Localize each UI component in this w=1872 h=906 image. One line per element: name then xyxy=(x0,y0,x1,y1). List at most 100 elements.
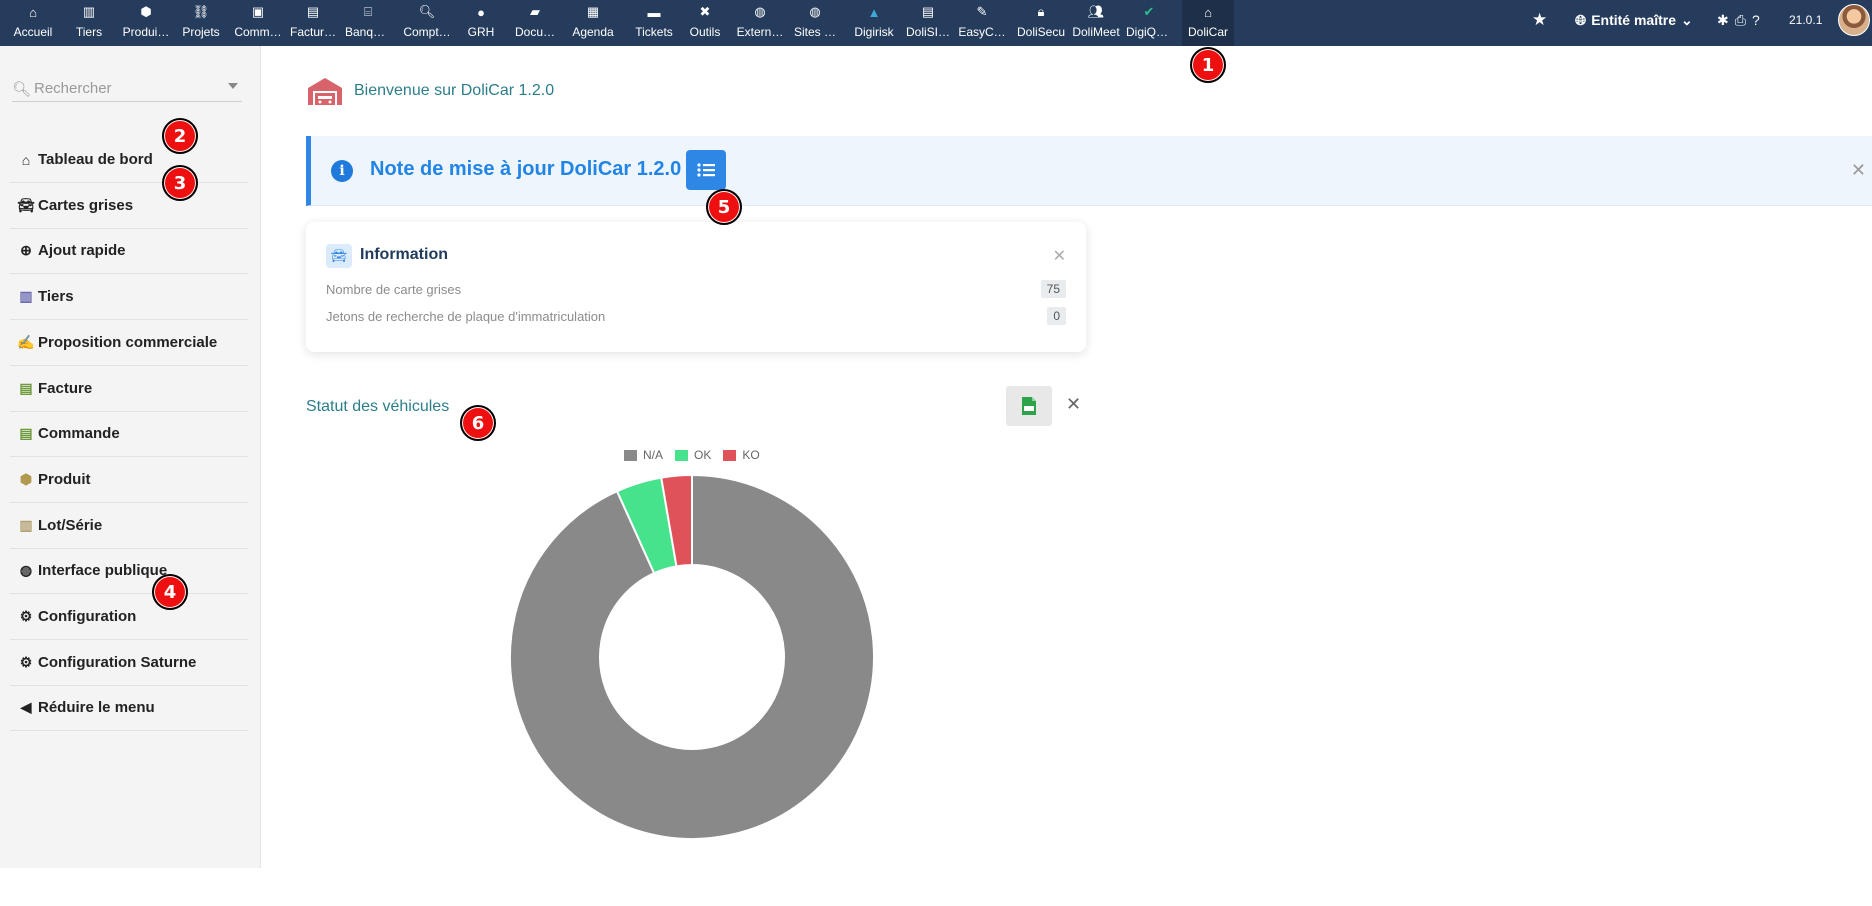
top-menu-agenda[interactable]: ▦ Agenda xyxy=(569,0,617,46)
top-menu-label: GRH xyxy=(467,25,495,39)
print-icon[interactable]: ⎙ xyxy=(1735,12,1746,29)
top-menu-label: DoliMeet xyxy=(1072,25,1120,39)
sidebar-item-proposition-commerciale[interactable]: ✍ Proposition commerciale xyxy=(10,320,248,366)
legend-item[interactable]: KO xyxy=(723,448,760,462)
top-menu-digiquali[interactable]: ✔ DigiQuali xyxy=(1126,0,1172,46)
information-card: 🚘︎ Information ✕ Nombre de carte grises … xyxy=(306,222,1086,352)
barcode-icon: ▥ xyxy=(19,516,33,533)
csv-export-button[interactable] xyxy=(1006,386,1052,426)
globe-icon: ◍ xyxy=(754,4,766,19)
top-menu-banqu[interactable]: ⌸ Banqu… xyxy=(345,0,391,46)
top-menu-label: Digirisk xyxy=(854,25,894,39)
top-menu-label: Tickets xyxy=(635,25,673,39)
top-menu-projets[interactable]: ⛓ Projets xyxy=(178,0,224,46)
top-menu-compt[interactable]: 🔍︎ Compt… xyxy=(400,0,454,46)
sidebar-item-commande[interactable]: ▤ Commande xyxy=(10,411,248,458)
sidebar-item-label: Configuration Saturne xyxy=(38,653,197,671)
top-menu-easyc[interactable]: ✎ EasyC… xyxy=(958,0,1006,46)
top-menu-dolimeet[interactable]: 👥︎ DoliMeet xyxy=(1071,0,1121,46)
top-menu-dolicar[interactable]: ⌂ DoliCar xyxy=(1182,0,1234,46)
top-menu-tiers[interactable]: ▥ Tiers xyxy=(67,0,111,46)
top-menu-tickets[interactable]: ▬ Tickets xyxy=(631,0,677,46)
search-box[interactable]: 🔍︎ Rechercher xyxy=(12,76,242,102)
entity-selector[interactable]: 🌐︎ Entité maître ⌄ xyxy=(1575,0,1693,40)
bookmark-star-icon[interactable]: ★ xyxy=(1532,0,1552,40)
close-icon[interactable]: ✕ xyxy=(1053,246,1066,266)
row-label: Jetons de recherche de plaque d'immatric… xyxy=(326,309,606,324)
sidebar-item-r-duire-le-menu[interactable]: ◀ Réduire le menu xyxy=(10,685,248,732)
sidebar-item-cartes-grises[interactable]: 🚘︎ Cartes grises xyxy=(10,183,248,229)
sidebar-item-lot-s-rie[interactable]: ▥ Lot/Série xyxy=(10,503,248,549)
users-icon: 👥︎ xyxy=(1087,4,1105,19)
easycrm-icon: ✎ xyxy=(976,4,988,19)
card-row: Nombre de carte grises 75 xyxy=(326,280,1066,298)
row-label: Nombre de carte grises xyxy=(326,282,462,297)
caret-down-icon[interactable] xyxy=(228,83,238,89)
csv-file-icon xyxy=(1022,397,1036,415)
sidebar-item-label: Tableau de bord xyxy=(38,151,153,168)
globe-icon: ◍ xyxy=(809,4,821,19)
top-menu-label: Outils xyxy=(689,25,721,39)
sidebar-item-label: Commande xyxy=(38,425,120,443)
sidebar-item-interface-publique[interactable]: ◍ Interface publique xyxy=(10,548,248,595)
row-value: 0 xyxy=(1047,307,1066,325)
top-menu-bar: ⌂ Accueil ▥ Tiers ⬢ Produi… ⛓ Projets ▣ Comm… ▤ Fac… xyxy=(0,0,1872,46)
chart-title: Statut des véhicules xyxy=(306,398,450,415)
bug-icon[interactable]: ✱ xyxy=(1717,12,1729,29)
sidebar-item-label: Cartes grises xyxy=(38,196,134,214)
top-menu-label: DoliSecu xyxy=(1016,25,1066,39)
search-placeholder[interactable]: Rechercher xyxy=(34,80,112,97)
step-marker: 2 xyxy=(162,118,198,154)
sidebar-item-ajout-rapide[interactable]: ⊕ Ajout rapide xyxy=(10,228,248,275)
globe-icon: 🌐︎ xyxy=(1575,11,1587,28)
top-menu-label: Factur… xyxy=(289,25,336,39)
top-menu-accueil[interactable]: ⌂ Accueil xyxy=(8,0,58,46)
top-menu-label: Agenda xyxy=(572,25,614,39)
changelog-list-button[interactable] xyxy=(686,150,726,190)
top-menu-label: Produi… xyxy=(122,25,170,39)
left-sidebar: 🔍︎ Rechercher ⌂ Tableau de bord 🚘︎ Cartes g… xyxy=(0,46,261,868)
step-marker: 5 xyxy=(706,189,742,225)
step-marker: 6 xyxy=(460,405,496,441)
row-value: 75 xyxy=(1040,280,1066,298)
sidebar-item-facture[interactable]: ▤ Facture xyxy=(10,366,248,412)
digiquali-logo-icon: ✔ xyxy=(1143,4,1155,19)
user-avatar[interactable] xyxy=(1838,4,1870,36)
top-menu-factur[interactable]: ▤ Factur… xyxy=(289,0,337,46)
legend-item[interactable]: N/A xyxy=(624,448,663,462)
sidebar-item-tiers[interactable]: ▥ Tiers xyxy=(10,274,248,321)
top-menu-outils[interactable]: ✖ Outils xyxy=(686,0,724,46)
sidebar-item-tableau-de-bord[interactable]: ⌂ Tableau de bord xyxy=(10,137,248,183)
top-menu-extern[interactable]: ◍ Extern… xyxy=(735,0,785,46)
top-menu-label: Sites … xyxy=(793,25,836,39)
folder-open-icon: ▰ xyxy=(530,4,540,19)
top-menu-digirisk[interactable]: ▲ Digirisk xyxy=(850,0,898,46)
top-menu-label: EasyC… xyxy=(958,25,1006,39)
top-menu-grh[interactable]: ● GRH xyxy=(463,0,499,46)
legend-swatch xyxy=(675,449,689,461)
top-menu-dolisi[interactable]: ▤ DoliSI… xyxy=(905,0,951,46)
top-menu-comm[interactable]: ▣ Comm… xyxy=(234,0,282,46)
close-icon[interactable]: ✕ xyxy=(1066,394,1081,415)
legend-label: N/A xyxy=(643,448,664,462)
sidebar-item-label: Réduire le menu xyxy=(38,699,155,717)
calendar-icon: ▦ xyxy=(586,4,600,19)
sidebar-item-configuration-saturne[interactable]: ⚙ Configuration Saturne xyxy=(10,640,248,686)
top-menu-docu[interactable]: ▰ Docu… xyxy=(512,0,558,46)
top-menu-dolisecu[interactable]: 🔒︎ DoliSecu xyxy=(1014,0,1068,46)
top-menu-produi[interactable]: ⬢ Produi… xyxy=(121,0,171,46)
sidebar-item-produit[interactable]: ⬢ Produit xyxy=(10,457,248,503)
help-icon[interactable]: ? xyxy=(1752,12,1760,28)
car-icon: 🚘︎ xyxy=(326,244,352,268)
top-menu-sites[interactable]: ◍ Sites … xyxy=(791,0,839,46)
card-row: Jetons de recherche de plaque d'immatric… xyxy=(326,307,1066,325)
briefcase-icon: ▣ xyxy=(251,4,265,19)
legend-item[interactable]: OK xyxy=(675,448,711,462)
file-alt-icon: ▤ xyxy=(19,425,33,442)
legend-swatch xyxy=(723,449,737,461)
sidebar-item-configuration[interactable]: ⚙ Configuration xyxy=(10,594,248,640)
sidebar-item-label: Lot/Série xyxy=(38,516,103,534)
donut-chart xyxy=(509,473,875,840)
close-icon[interactable]: ✕ xyxy=(1851,160,1866,181)
top-menu-label: Projets xyxy=(182,25,220,39)
